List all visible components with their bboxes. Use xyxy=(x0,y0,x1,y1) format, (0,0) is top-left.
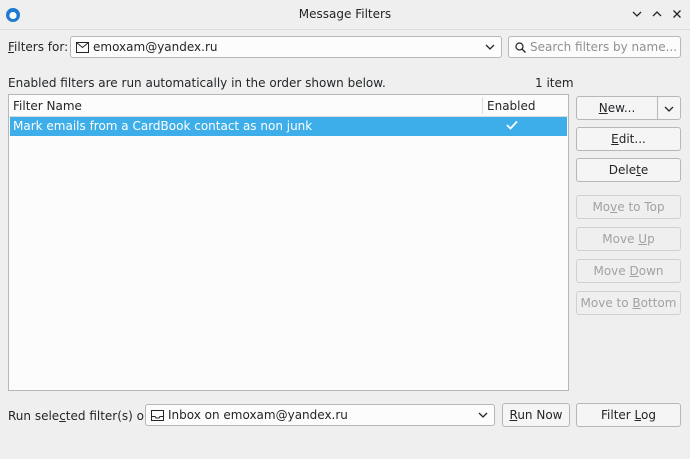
window-title: Message Filters xyxy=(298,7,392,21)
filter-list-header: Filter Name Enabled xyxy=(9,95,568,117)
run-selected-label: Run selected filter(s) on: xyxy=(8,409,156,423)
search-icon xyxy=(515,42,526,53)
chevron-down-icon xyxy=(478,412,488,418)
account-select[interactable]: emoxam@yandex.ru xyxy=(70,36,502,58)
filters-description: Enabled filters are run automatically in… xyxy=(8,76,386,90)
run-folder-value: Inbox on emoxam@yandex.ru xyxy=(168,408,348,422)
search-filters-input[interactable]: Search filters by name... xyxy=(508,36,681,58)
account-select-value: emoxam@yandex.ru xyxy=(93,40,218,54)
chevron-down-icon xyxy=(485,44,495,50)
run-now-button[interactable]: Run Now xyxy=(502,403,570,427)
checkmark-icon[interactable] xyxy=(506,120,518,130)
move-to-bottom-button[interactable]: Move to Bottom xyxy=(576,291,681,315)
filter-count: 1 item xyxy=(535,76,574,90)
new-filter-button[interactable]: New... xyxy=(576,96,681,120)
filter-row-name: Mark emails from a CardBook contact as n… xyxy=(13,119,313,133)
inbox-icon xyxy=(151,410,164,421)
close-button[interactable] xyxy=(668,6,686,24)
minimize-button[interactable] xyxy=(628,6,646,24)
chevron-down-icon xyxy=(632,11,642,17)
edit-filter-button[interactable]: Edit... xyxy=(576,127,681,151)
chevron-down-icon[interactable] xyxy=(664,105,674,113)
chevron-up-icon xyxy=(652,11,662,17)
close-icon xyxy=(673,10,681,18)
move-up-button[interactable]: Move Up xyxy=(576,227,681,251)
search-placeholder: Search filters by name... xyxy=(530,40,678,54)
maximize-button[interactable] xyxy=(648,6,666,24)
move-down-button[interactable]: Move Down xyxy=(576,259,681,283)
run-folder-select[interactable]: Inbox on emoxam@yandex.ru xyxy=(145,404,495,426)
move-to-top-button[interactable]: Move to Top xyxy=(576,195,681,219)
column-header-enabled[interactable]: Enabled xyxy=(487,99,536,113)
filter-row[interactable]: Mark emails from a CardBook contact as n… xyxy=(10,117,567,136)
delete-filter-button[interactable]: Delete xyxy=(576,158,681,182)
new-filter-label: New... xyxy=(598,101,636,115)
filters-for-label: Filters for: xyxy=(8,40,69,54)
column-separator xyxy=(482,97,483,114)
column-header-filter-name[interactable]: Filter Name xyxy=(13,99,82,113)
mail-account-icon xyxy=(76,42,89,53)
split-separator xyxy=(657,97,658,119)
filter-list[interactable]: Filter Name Enabled Mark emails from a C… xyxy=(8,94,569,391)
filter-log-button[interactable]: Filter Log xyxy=(576,403,681,427)
